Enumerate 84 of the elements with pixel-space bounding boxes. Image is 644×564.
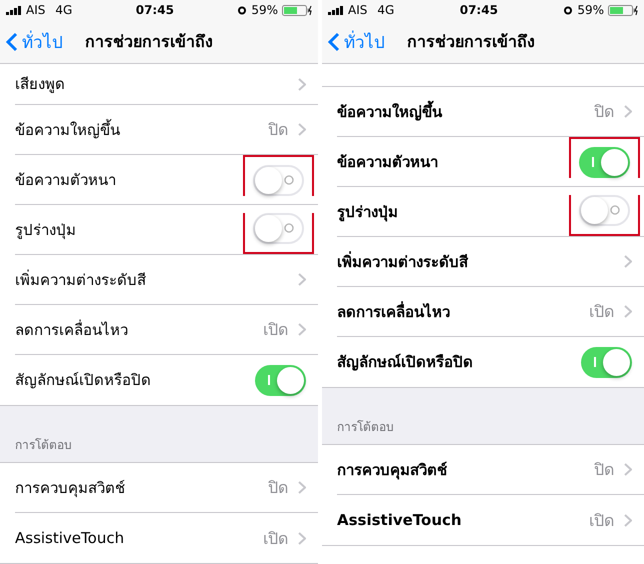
row-label: รูปร่างปุ่ม (337, 202, 399, 224)
row-label: AssistiveTouch (15, 529, 126, 547)
row-label: รูปร่างปุ่ม (15, 220, 77, 242)
time-text: 07:45 (136, 3, 174, 17)
settings-row[interactable]: ข้อความตัวหนา (337, 137, 644, 187)
off-mark-icon (610, 205, 620, 215)
chevron-icon (624, 514, 632, 526)
settings-row[interactable]: การควบคุมสวิตช์ ปิด (337, 445, 644, 495)
settings-row[interactable]: รูปร่างปุ่ม (15, 205, 318, 255)
battery-text: 59% (251, 3, 278, 17)
battery-icon (608, 4, 638, 16)
value-text: เปิด (263, 528, 288, 550)
row-label: ลดการเคลื่อนไหว (337, 300, 451, 322)
alarm-icon (237, 5, 248, 15)
settings-row[interactable]: AssistiveTouch เปิด (337, 495, 644, 545)
signal-icon (6, 6, 22, 14)
chevron-icon (298, 323, 306, 336)
value-text: ปิด (594, 101, 614, 123)
chevron-icon (624, 105, 632, 118)
value-text: ปิด (268, 119, 288, 141)
chevron-icon (298, 78, 306, 90)
row-label: ข้อความตัวหนา (337, 152, 439, 172)
chevron-icon (624, 463, 632, 476)
settings-row[interactable]: ข้อความใหญ่ขึ้น ปิด (15, 105, 318, 155)
row-label: ข้อความใหญ่ขึ้น (15, 118, 121, 140)
carrier-text: AIS (26, 3, 46, 17)
row-label: AssistiveTouch (337, 511, 463, 529)
chevron-icon (298, 481, 306, 494)
screen-title: การช่วยการเข้าถึง (407, 31, 535, 53)
carrier-text: AIS (348, 3, 368, 17)
chevron-icon (624, 255, 632, 268)
row-label: เพิ่มความต่างระดับสี (15, 268, 147, 290)
value-text: ปิด (594, 459, 614, 481)
row-label: เสียงพูด (15, 74, 66, 95)
settings-row[interactable]: ลดการเคลื่อนไหว เปิด (15, 305, 318, 355)
value-text: เปิด (589, 510, 614, 532)
battery-text: 59% (577, 3, 604, 17)
row-label: การควบคุมสวิตช์ (337, 460, 448, 482)
value-text: เปิด (589, 301, 614, 323)
row-label: สัญลักษณ์เปิดหรือปิด (337, 352, 474, 373)
settings-row[interactable]: สัญลักษณ์เปิดหรือปิด (15, 355, 318, 405)
toggle-switch[interactable] (581, 346, 632, 378)
settings-row[interactable]: เสียงพูด (15, 64, 318, 105)
settings-row[interactable]: รูปร่างปุ่ม (337, 187, 644, 237)
battery-icon (282, 4, 312, 16)
settings-row[interactable]: การควบคุมสวิตช์ ปิด (15, 463, 318, 513)
row-label: ข้อความใหญ่ขึ้น (337, 100, 444, 123)
toggle-switch[interactable] (253, 165, 304, 196)
settings-row[interactable]: เพิ่มความต่างระดับสี (15, 255, 318, 305)
section-header: การโต้ตอบ (337, 419, 394, 436)
back-chevron-icon (328, 32, 340, 52)
settings-row[interactable]: เพิ่มความต่างระดับสี (337, 237, 644, 287)
section-header: การโต้ตอบ (15, 437, 72, 454)
back-chevron-icon (6, 32, 18, 52)
value-text: ปิด (268, 477, 288, 499)
toggle-switch[interactable] (579, 195, 630, 226)
time-text: 07:45 (460, 3, 498, 17)
settings-row[interactable]: ข้อความใหญ่ขึ้น ปิด (337, 87, 644, 137)
toggle-switch[interactable] (255, 364, 306, 396)
settings-row[interactable]: ลดการเคลื่อนไหว เปิด (337, 287, 644, 337)
screen-title: การช่วยการเข้าถึง (85, 31, 213, 53)
row-label: การควบคุมสวิตช์ (15, 478, 126, 500)
chevron-icon (298, 532, 306, 544)
row-label: เพิ่มความต่างระดับสี (337, 250, 470, 272)
network-text: 4G (55, 3, 72, 17)
off-mark-icon (284, 223, 294, 233)
row-label: ข้อความตัวหนา (15, 170, 117, 190)
chevron-icon (624, 305, 632, 318)
alarm-icon (563, 5, 574, 15)
row-label: ลดการเคลื่อนไหว (15, 318, 129, 340)
settings-row[interactable]: AssistiveTouch เปิด (15, 513, 318, 563)
network-text: 4G (377, 3, 394, 17)
settings-row[interactable]: สัญลักษณ์เปิดหรือปิด (337, 337, 644, 387)
chevron-icon (298, 123, 306, 136)
value-text: เปิด (263, 319, 288, 341)
row-label: สัญลักษณ์เปิดหรือปิด (15, 370, 152, 391)
toggle-switch[interactable] (579, 147, 630, 178)
signal-icon (328, 6, 344, 14)
back-button[interactable]: ทั่วไป (328, 28, 385, 55)
settings-row[interactable]: ข้อความตัวหนา (15, 155, 318, 205)
chevron-icon (298, 273, 306, 286)
off-mark-icon (284, 175, 294, 185)
toggle-switch[interactable] (253, 213, 304, 244)
back-button[interactable]: ทั่วไป (6, 28, 63, 55)
